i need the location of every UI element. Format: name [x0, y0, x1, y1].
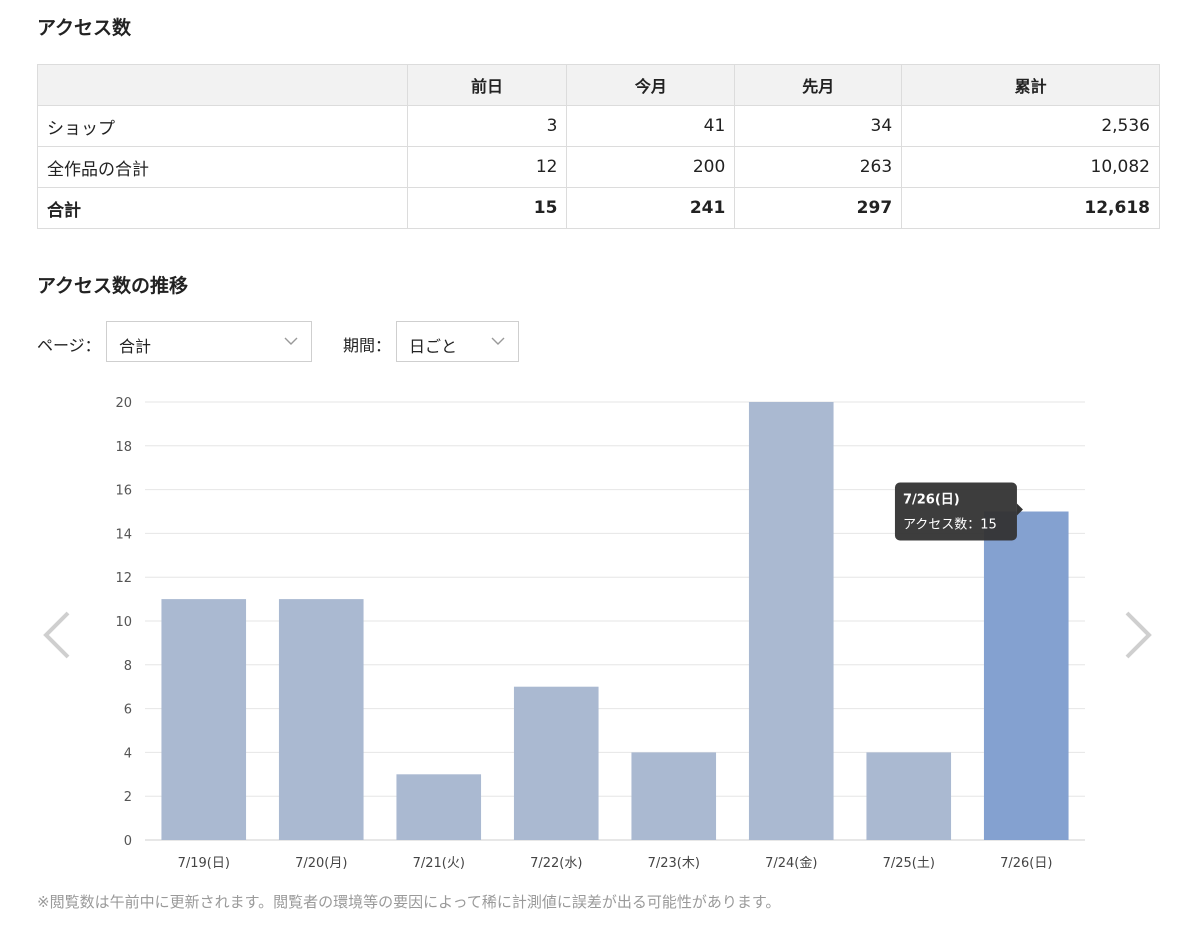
y-tick-label: 12 — [115, 571, 132, 586]
chevron-right-icon[interactable] — [1117, 605, 1157, 665]
table-header-row: 前日 今月 先月 累計 — [37, 64, 1160, 106]
cell-cumulative: 12,618 — [901, 187, 1160, 229]
cell-this-month: 41 — [566, 105, 736, 147]
bar — [748, 402, 834, 840]
page-filter-label: ページ： — [37, 336, 101, 355]
period-filter-label: 期間： — [343, 336, 392, 355]
cell-last-month: 297 — [734, 187, 903, 229]
x-tick-label: 7/25(土) — [883, 856, 935, 871]
cell-prev-day: 3 — [406, 105, 568, 147]
row-label: 全作品の合計 — [37, 146, 408, 188]
page-select[interactable]: 合計 — [106, 321, 312, 362]
y-tick-label: 4 — [124, 746, 132, 761]
cell-prev-day: 12 — [406, 146, 568, 188]
bar — [161, 599, 247, 840]
bar-chart-svg: 0 2 4 6 8 10 12 14 16 18 20 7/19(日) 7/20(月) 7/21(火) 7/… — [115, 396, 1085, 871]
access-analytics-page: アクセス数 前日 今月 先月 累計 ショップ 3 41 34 2,536 全作品 — [0, 0, 1200, 934]
bar — [396, 774, 482, 840]
y-tick-label: 2 — [124, 790, 132, 805]
y-tick-label: 8 — [124, 659, 132, 674]
chevron-down-icon — [284, 337, 298, 345]
table-row-total: 合計 15 241 297 12,618 — [37, 187, 1160, 229]
cell-this-month: 200 — [566, 146, 736, 188]
x-tick-label: 7/20(月) — [295, 856, 347, 871]
x-tick-label: 7/21(火) — [413, 856, 465, 871]
footnote: ※閲覧数は午前中に更新されます。閲覧者の環境等の要因によって稀に計測値に誤差が出… — [37, 893, 781, 911]
y-tick-label: 18 — [115, 440, 132, 455]
tooltip-title: 7/26(日) — [903, 493, 960, 508]
x-tick-label: 7/23(木) — [648, 856, 700, 871]
header-cumulative: 累計 — [901, 64, 1160, 106]
header-this-month: 今月 — [566, 64, 736, 106]
row-label: ショップ — [37, 105, 408, 147]
cell-cumulative: 10,082 — [901, 146, 1160, 188]
row-label: 合計 — [37, 187, 408, 229]
page-select-value: 合計 — [119, 337, 152, 356]
cell-prev-day: 15 — [406, 187, 568, 229]
bar — [866, 752, 952, 840]
tooltip-value: アクセス数：15 — [903, 518, 997, 533]
cell-this-month: 241 — [566, 187, 736, 229]
trend-section-title: アクセス数の推移 — [37, 275, 189, 297]
access-trend-chart: 0 2 4 6 8 10 12 14 16 18 20 7/19(日) 7/20(月) 7/21(火) 7/… — [0, 380, 1200, 880]
x-tick-label: 7/22(水) — [530, 856, 582, 871]
chevron-left-icon[interactable] — [38, 605, 78, 665]
cell-cumulative: 2,536 — [901, 105, 1160, 147]
header-prev-day: 前日 — [406, 64, 568, 106]
y-tick-label: 10 — [115, 615, 132, 630]
table-row-shop: ショップ 3 41 34 2,536 — [37, 105, 1160, 147]
y-tick-label: 16 — [115, 484, 132, 499]
bar — [631, 752, 717, 840]
header-empty-cell — [37, 64, 408, 106]
x-tick-label: 7/19(日) — [178, 856, 230, 871]
access-section-title: アクセス数 — [37, 17, 132, 39]
bar — [513, 686, 599, 840]
x-tick-label: 7/24(金) — [765, 855, 817, 871]
period-select-value: 日ごと — [409, 337, 458, 356]
bar — [278, 599, 364, 840]
access-stats-table: 前日 今月 先月 累計 ショップ 3 41 34 2,536 全作品の合計 12… — [37, 64, 1160, 229]
cell-last-month: 263 — [734, 146, 903, 188]
y-tick-label: 20 — [115, 396, 132, 411]
period-select[interactable]: 日ごと — [396, 321, 519, 362]
header-last-month: 先月 — [734, 64, 903, 106]
y-tick-label: 0 — [124, 834, 132, 849]
bar — [983, 511, 1069, 840]
table-row-all-works: 全作品の合計 12 200 263 10,082 — [37, 146, 1160, 188]
y-tick-label: 6 — [124, 703, 132, 718]
chevron-down-icon — [491, 337, 505, 345]
x-tick-label: 7/26(日) — [1000, 856, 1052, 871]
cell-last-month: 34 — [734, 105, 903, 147]
y-tick-label: 14 — [115, 527, 132, 542]
